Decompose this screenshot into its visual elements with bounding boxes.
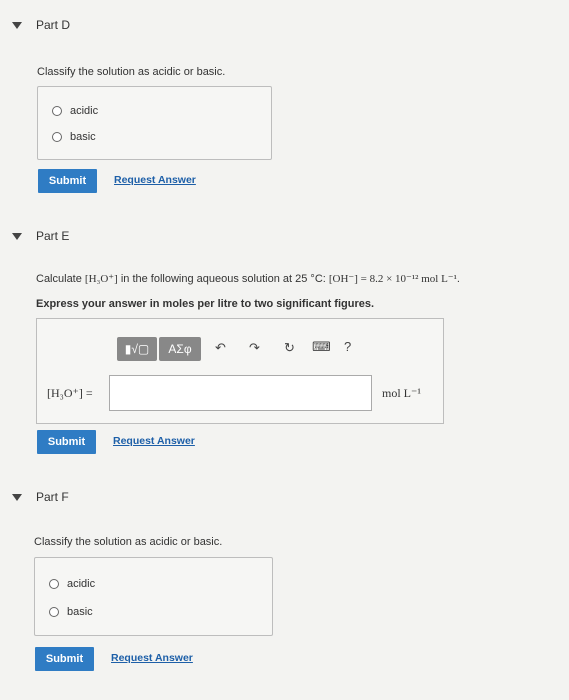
redo-icon[interactable]: ↷ — [249, 340, 260, 356]
part-d-request-answer-link[interactable]: Request Answer — [114, 174, 196, 186]
prompt-text: . — [456, 273, 460, 285]
radio-icon[interactable] — [52, 132, 62, 142]
option-label: acidic — [70, 105, 99, 117]
part-f-header[interactable]: Part F — [12, 490, 69, 504]
help-icon[interactable]: ? — [344, 339, 351, 354]
prompt-species: [H₃O⁺] — [84, 273, 118, 285]
option-label: basic — [67, 606, 93, 618]
collapse-triangle-icon[interactable] — [12, 493, 22, 501]
part-f-choices: acidic basic — [34, 557, 273, 636]
part-f-option-basic[interactable]: basic — [49, 606, 93, 618]
prompt-text: in the following aqueous solution at 25 … — [117, 273, 329, 285]
unit-label: mol L⁻¹ — [382, 386, 421, 400]
prompt-text: Calculate — [36, 273, 85, 285]
collapse-triangle-icon[interactable] — [12, 21, 22, 29]
part-f-request-answer-link[interactable]: Request Answer — [111, 652, 193, 664]
radio-icon[interactable] — [49, 607, 59, 617]
collapse-triangle-icon[interactable] — [12, 232, 22, 240]
radio-icon[interactable] — [49, 579, 59, 589]
part-d-title: Part D — [36, 18, 71, 32]
option-label: basic — [70, 131, 96, 143]
part-f-prompt: Classify the solution as acidic or basic… — [34, 536, 223, 548]
part-e-request-answer-link[interactable]: Request Answer — [113, 435, 195, 447]
part-f-title: Part F — [36, 490, 69, 504]
option-label: acidic — [67, 578, 96, 590]
part-e-header[interactable]: Part E — [12, 229, 69, 243]
part-d-prompt: Classify the solution as acidic or basic… — [37, 66, 226, 78]
part-f-submit-button[interactable]: Submit — [35, 647, 94, 671]
part-e-instruction: Express your answer in moles per litre t… — [36, 298, 375, 310]
part-d-choices: acidic basic — [37, 86, 272, 160]
part-e-answer-panel: ▮√▢ ΑΣφ ↶ ↷ ↻ ⌨ ? [H₃O⁺] = mol L⁻¹ — [36, 318, 444, 424]
keyboard-icon[interactable]: ⌨ — [312, 339, 331, 355]
part-d-submit-button[interactable]: Submit — [38, 169, 97, 193]
part-d-header[interactable]: Part D — [12, 18, 70, 32]
template-button[interactable]: ▮√▢ — [117, 337, 157, 361]
part-e-title: Part E — [36, 229, 70, 243]
radio-icon[interactable] — [52, 106, 62, 116]
part-f-option-acidic[interactable]: acidic — [49, 578, 95, 590]
undo-icon[interactable]: ↶ — [215, 340, 226, 356]
part-d-option-basic[interactable]: basic — [52, 131, 96, 143]
part-e-submit-button[interactable]: Submit — [37, 430, 96, 454]
greek-symbols-button[interactable]: ΑΣφ — [159, 337, 201, 361]
input-label: [H₃O⁺] = — [47, 386, 93, 400]
reset-icon[interactable]: ↻ — [284, 340, 295, 356]
part-e-prompt: Calculate [H₃O⁺] in the following aqueou… — [36, 272, 460, 285]
answer-input[interactable] — [109, 375, 372, 411]
part-d-option-acidic[interactable]: acidic — [52, 105, 98, 117]
prompt-expression: [OH⁻] = 8.2 × 10⁻¹² mol L⁻¹ — [328, 273, 457, 285]
